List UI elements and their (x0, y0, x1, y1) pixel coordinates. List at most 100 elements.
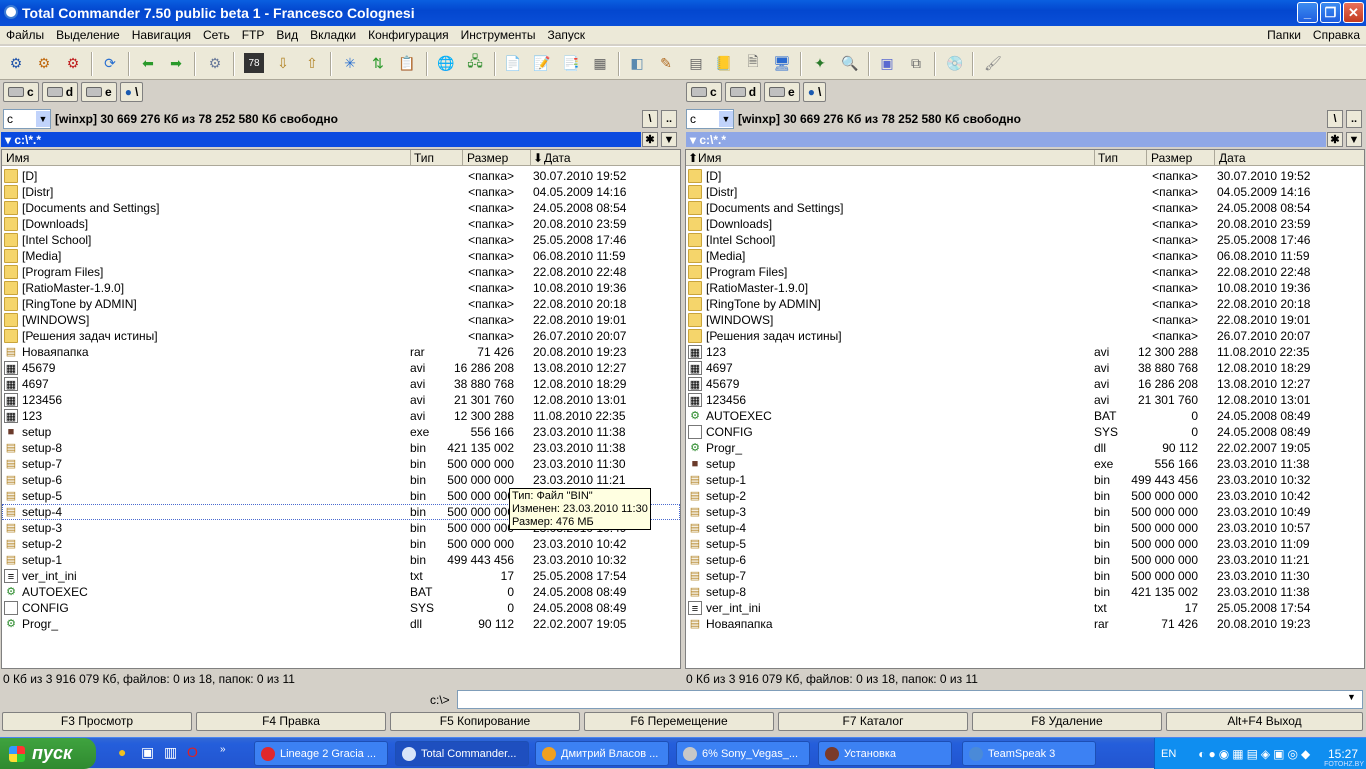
left-hotlist-button[interactable]: ▼ (661, 132, 677, 147)
file-row[interactable]: ▦ 123 avi 12 300 288 11.08.2010 22:35 (2, 408, 680, 424)
left-up-button[interactable]: .. (661, 110, 677, 128)
alt-f4-exit-button[interactable]: Alt+F4 Выход (1166, 712, 1363, 731)
file-row[interactable]: ▦ 45679 avi 16 286 208 13.08.2010 12:27 (2, 360, 680, 376)
file-row[interactable]: [Documents and Settings] <папка> 24.05.200… (686, 200, 1364, 216)
file-row[interactable]: ▤ setup-6 bin 500 000 000 23.03.2010 11:21 (2, 472, 680, 488)
file-row[interactable]: [RatioMaster-1.9.0] <папка> 10.08.2010 19:… (686, 280, 1364, 296)
file-row[interactable]: [Решения задач истины] <папка> 26.07.2010 … (2, 328, 680, 344)
taskbar-task[interactable]: Total Commander... (395, 741, 529, 766)
forward-arrow-icon[interactable]: ➡ (166, 53, 186, 73)
file-row[interactable]: ⚙ AUTOEXEC BAT 0 24.05.2008 08:49 (2, 584, 680, 600)
right-up-button[interactable]: .. (1346, 110, 1362, 128)
edit-file-icon[interactable]: 📝 (532, 53, 552, 73)
menu-folders[interactable]: Папки (1261, 28, 1307, 42)
f4-edit-button[interactable]: F4 Правка (196, 712, 386, 731)
column-date[interactable]: Дата (1219, 151, 1246, 165)
column-date[interactable]: Дата (544, 151, 571, 165)
compare-icon[interactable]: ▦ (590, 53, 610, 73)
calculator-icon[interactable]: ▤ (686, 53, 706, 73)
file-row[interactable]: ▦ 123456 avi 21 301 760 12.08.2010 13:01 (2, 392, 680, 408)
right-root-button[interactable]: \ (1327, 110, 1343, 128)
file-row[interactable]: [Решения задач истины] <папка> 26.07.2010 … (686, 328, 1364, 344)
file-row[interactable]: [Documents and Settings] <папка> 24.05.200… (2, 200, 680, 216)
clock[interactable]: 15:27 (1328, 747, 1358, 761)
network-drive-button[interactable]: ● \ (802, 82, 827, 102)
file-row[interactable]: [Downloads] <папка> 20.08.2010 23:59 (686, 216, 1364, 232)
file-row[interactable]: [RingTone by ADMIN] <папка> 22.08.2010 20:… (686, 296, 1364, 312)
maximize-button[interactable]: ❐ (1320, 2, 1341, 23)
drive-c-button[interactable]: c (3, 82, 39, 102)
left-file-panel[interactable]: Имя Тип Размер ⬇ Дата [D] <папка> 30.07.20… (1, 149, 681, 669)
file-row[interactable]: [Intel School] <папка> 25.05.2008 17:46 (2, 232, 680, 248)
f6-move-button[interactable]: F6 Перемещение (584, 712, 774, 731)
left-drive-select[interactable]: c ▼ (3, 109, 51, 129)
file-row[interactable]: [D] <папка> 30.07.2010 19:52 (2, 168, 680, 184)
menu-network[interactable]: Сеть (197, 28, 236, 42)
file-row[interactable]: [Distr] <папка> 04.05.2009 14:16 (686, 184, 1364, 200)
drive-d-button[interactable]: d (724, 82, 762, 102)
file-row[interactable]: [RingTone by ADMIN] <папка> 22.08.2010 20:… (2, 296, 680, 312)
f7-mkdir-button[interactable]: F7 Каталог (778, 712, 968, 731)
tools-icon[interactable]: ✎ (656, 53, 676, 73)
quicklaunch-more-icon[interactable]: » (220, 744, 226, 755)
chevron-down-icon[interactable]: ▼ (1347, 692, 1356, 702)
file-row[interactable]: ▤ setup-4 bin 500 000 000 23.03.2010 10:57 (686, 520, 1364, 536)
right-drive-select[interactable]: c ▼ (686, 109, 734, 129)
file-row[interactable]: ▤ setup-2 bin 500 000 000 23.03.2010 10:42 (2, 536, 680, 552)
file-row[interactable]: [Program Files] <папка> 22.08.2010 22:48 (686, 264, 1364, 280)
drive-e-button[interactable]: e (764, 82, 800, 102)
right-hotlist-button[interactable]: ▼ (1346, 132, 1362, 147)
file-row[interactable]: [Intel School] <папка> 25.05.2008 17:46 (686, 232, 1364, 248)
brush-icon[interactable]: 🖌 (983, 53, 1003, 73)
right-file-panel[interactable]: ⬆ Имя Тип Размер Дата [D] <папка> 30.07.20… (685, 149, 1365, 669)
right-path-bar[interactable]: ▾ c:\*.* (686, 132, 1326, 147)
menu-ftp[interactable]: FTP (236, 28, 271, 42)
taskbar-task[interactable]: Lineage 2 Gracia ... (254, 741, 388, 766)
left-history-button[interactable]: ✱ (642, 132, 658, 147)
file-row[interactable]: ▦ 4697 avi 38 880 768 12.08.2010 18:29 (686, 360, 1364, 376)
file-row[interactable]: [Media] <папка> 06.08.2010 11:59 (686, 248, 1364, 264)
menu-configuration[interactable]: Конфигурация (362, 28, 455, 42)
file-row[interactable]: ▤ setup-8 bin 421 135 002 23.03.2010 11:38 (2, 440, 680, 456)
file-row[interactable]: ▤ setup-1 bin 499 443 456 23.03.2010 10:32 (686, 472, 1364, 488)
f5-copy-button[interactable]: F5 Копирование (390, 712, 580, 731)
remote-icon[interactable]: 🖥 (772, 53, 792, 73)
plugins-icon[interactable]: ⚙ (63, 53, 83, 73)
language-indicator[interactable]: EN (1161, 748, 1176, 760)
file-row[interactable]: ⚙ AUTOEXEC BAT 0 24.05.2008 08:49 (686, 408, 1364, 424)
screen-icon[interactable]: ▣ (877, 53, 897, 73)
file-row[interactable]: [Program Files] <папка> 22.08.2010 22:48 (2, 264, 680, 280)
tray-icons[interactable]: ◐●◉▦▤◈▣◎◆ (1198, 747, 1313, 761)
settings-icon[interactable]: ⚙ (6, 53, 26, 73)
file-row[interactable]: ▤ Новаяпапка rar 71 426 20.08.2010 19:23 (2, 344, 680, 360)
right-history-button[interactable]: ✱ (1327, 132, 1343, 147)
menu-files[interactable]: Файлы (0, 28, 50, 42)
file-row[interactable]: [Distr] <папка> 04.05.2009 14:16 (2, 184, 680, 200)
column-type[interactable]: Тип (1098, 151, 1118, 165)
copy-from-icon[interactable]: ⇧ (302, 53, 322, 73)
taskbar-task[interactable]: 6% Sony_Vegas_... (676, 741, 810, 766)
clipboard-icon[interactable]: 📋 (397, 53, 417, 73)
close-button[interactable]: ✕ (1343, 2, 1364, 23)
file-row[interactable]: ▤ Новаяпапка rar 71 426 20.08.2010 19:23 (686, 616, 1364, 632)
menu-tools[interactable]: Инструменты (455, 28, 542, 42)
column-name[interactable]: Имя (6, 151, 29, 165)
sort-icon[interactable]: ⇅ (368, 53, 388, 73)
minimize-button[interactable]: _ (1297, 2, 1318, 23)
f8-delete-button[interactable]: F8 Удаление (972, 712, 1162, 731)
command-input[interactable] (457, 690, 1363, 709)
file-row[interactable]: [WINDOWS] <папка> 22.08.2010 19:01 (2, 312, 680, 328)
quicklaunch-disk-icon[interactable]: ▥ (164, 744, 177, 761)
quicklaunch-app-icon[interactable]: ● (118, 744, 126, 760)
file-row[interactable]: [RatioMaster-1.9.0] <папка> 10.08.2010 19:… (2, 280, 680, 296)
file-row[interactable]: ▤ setup-8 bin 421 135 002 23.03.2010 11:38 (686, 584, 1364, 600)
network-icon[interactable]: 🖧 (465, 53, 485, 73)
file-row[interactable]: ▤ setup-3 bin 500 000 000 23.03.2010 10:49 (686, 504, 1364, 520)
start-button[interactable]: пуск (0, 738, 96, 769)
network-drive-button[interactable]: ● \ (119, 82, 144, 102)
taskbar-task[interactable]: Дмитрий Власов ... (535, 741, 669, 766)
taskbar-task[interactable]: TeamSpeak 3 (962, 741, 1096, 766)
quicklaunch-explorer-icon[interactable]: ▣ (141, 744, 154, 761)
file-row[interactable]: CONFIG SYS 0 24.05.2008 08:49 (686, 424, 1364, 440)
drive-d-button[interactable]: d (41, 82, 79, 102)
